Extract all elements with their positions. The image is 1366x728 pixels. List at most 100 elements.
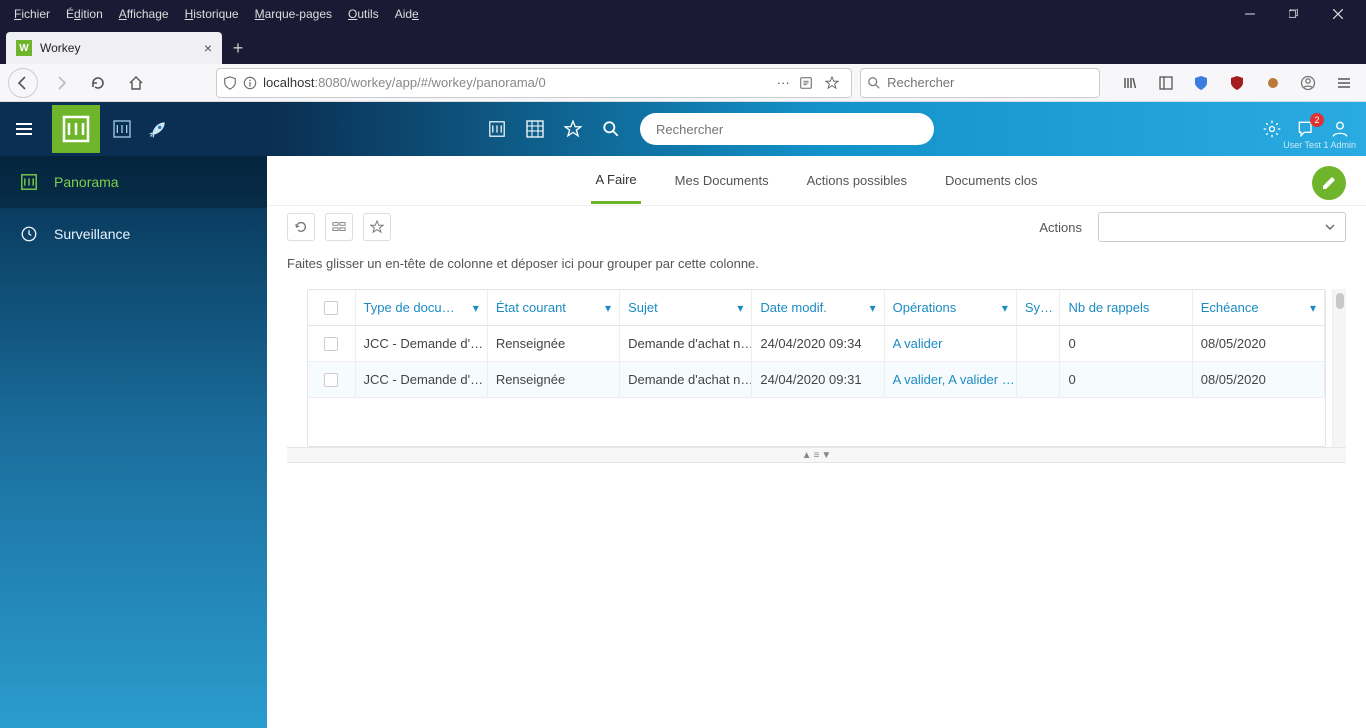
hdr-panorama-icon[interactable] xyxy=(488,120,512,138)
create-fab-button[interactable] xyxy=(1312,166,1346,200)
hdr-star-icon[interactable] xyxy=(564,120,588,138)
cell-sys xyxy=(1017,362,1061,397)
grid-empty-space xyxy=(308,398,1325,446)
chevron-down-icon xyxy=(1325,222,1335,232)
browser-tabbar: W Workey × + xyxy=(0,28,1366,64)
grid-row[interactable]: JCC - Demande d'… Renseignée Demande d'a… xyxy=(308,326,1325,362)
library-icon[interactable] xyxy=(1116,69,1144,97)
notification-icon[interactable]: 2 xyxy=(1296,119,1316,139)
nav-forward-button xyxy=(46,68,76,98)
tab-documents-clos[interactable]: Documents clos xyxy=(941,159,1041,202)
nav-back-button[interactable] xyxy=(8,68,38,98)
filter-icon[interactable]: ▾ xyxy=(605,301,611,315)
sidebar-item-panorama[interactable]: Panorama xyxy=(0,156,267,208)
col-etat[interactable]: État courant▾ xyxy=(488,290,620,325)
tab-title: Workey xyxy=(40,41,80,55)
tab-close-icon[interactable]: × xyxy=(204,40,212,56)
browser-search-bar[interactable] xyxy=(860,68,1100,98)
filter-icon[interactable]: ▾ xyxy=(1002,301,1008,315)
hdr-search-icon[interactable] xyxy=(602,120,626,138)
notification-badge: 2 xyxy=(1310,113,1324,127)
panorama-icon xyxy=(20,173,40,191)
page-actions-icon[interactable]: ··· xyxy=(773,75,793,90)
tab-actions-possibles[interactable]: Actions possibles xyxy=(803,159,911,202)
nav-reload-button[interactable] xyxy=(83,68,113,98)
extension-shield-icon[interactable] xyxy=(1188,69,1216,97)
filter-icon[interactable]: ▾ xyxy=(737,301,743,315)
url-bar[interactable]: localhost:8080/workey/app/#/workey/panor… xyxy=(216,68,852,98)
menu-fichier[interactable]: Fichier xyxy=(6,3,58,25)
menu-edition[interactable]: Édition xyxy=(58,3,111,25)
data-grid: Type de docu…▾ État courant▾ Sujet▾ Date… xyxy=(307,289,1326,447)
window-minimize-icon[interactable] xyxy=(1228,0,1272,28)
splitter-handle[interactable]: ▲ ≡ ▼ xyxy=(287,447,1346,463)
col-date[interactable]: Date modif.▾ xyxy=(752,290,884,325)
row-checkbox[interactable] xyxy=(324,337,338,351)
col-type[interactable]: Type de docu…▾ xyxy=(356,290,488,325)
cell-ops[interactable]: A valider, A valider … xyxy=(885,362,1017,397)
tab-mes-documents[interactable]: Mes Documents xyxy=(671,159,773,202)
refresh-button[interactable] xyxy=(287,213,315,241)
extension-ublock-icon[interactable] xyxy=(1223,69,1251,97)
settings-gear-icon[interactable] xyxy=(1262,119,1282,139)
col-ops[interactable]: Opérations▾ xyxy=(885,290,1017,325)
col-checkbox[interactable] xyxy=(308,290,356,325)
menu-marquepages[interactable]: Marque-pages xyxy=(247,3,340,25)
app-menu-icon[interactable] xyxy=(1330,69,1358,97)
menu-affichage[interactable]: Affichage xyxy=(111,3,177,25)
cell-sys xyxy=(1017,326,1061,361)
header-center xyxy=(176,113,1246,145)
window-close-icon[interactable] xyxy=(1316,0,1360,28)
reader-mode-icon[interactable] xyxy=(799,76,819,90)
app-search-field[interactable] xyxy=(640,113,934,145)
col-rappels[interactable]: Nb de rappels xyxy=(1060,290,1192,325)
hamburger-button[interactable] xyxy=(0,119,48,139)
hdr-grid-icon[interactable] xyxy=(104,119,140,139)
grid-header-row: Type de docu…▾ État courant▾ Sujet▾ Date… xyxy=(308,290,1325,326)
actions-select[interactable] xyxy=(1098,212,1346,242)
menu-historique[interactable]: Historique xyxy=(177,3,247,25)
row-checkbox[interactable] xyxy=(324,373,338,387)
col-sys[interactable]: Sy… xyxy=(1017,290,1061,325)
favorite-button[interactable] xyxy=(363,213,391,241)
extension-misc-icon[interactable] xyxy=(1259,69,1287,97)
col-sujet[interactable]: Sujet▾ xyxy=(620,290,752,325)
sidebar-item-surveillance[interactable]: Surveillance xyxy=(0,208,267,260)
cell-rappels: 0 xyxy=(1060,362,1192,397)
window-maximize-icon[interactable] xyxy=(1272,0,1316,28)
cell-type: JCC - Demande d'… xyxy=(356,362,488,397)
user-profile-icon[interactable] xyxy=(1330,119,1350,139)
tracking-shield-icon[interactable] xyxy=(223,76,237,90)
filter-icon[interactable]: ▾ xyxy=(870,301,876,315)
filter-icon[interactable]: ▾ xyxy=(1310,301,1316,315)
actions-label: Actions xyxy=(1039,220,1082,235)
url-text: localhost:8080/workey/app/#/workey/panor… xyxy=(263,75,767,90)
sidebar-toggle-icon[interactable] xyxy=(1152,69,1180,97)
hdr-rocket-icon[interactable] xyxy=(140,119,176,139)
menu-aide[interactable]: Aide xyxy=(387,3,427,25)
layout-button[interactable] xyxy=(325,213,353,241)
new-tab-button[interactable]: + xyxy=(222,32,254,64)
browser-search-input[interactable] xyxy=(887,75,1093,90)
connection-info-icon[interactable] xyxy=(243,76,257,90)
grid-row[interactable]: JCC - Demande d'… Renseignée Demande d'a… xyxy=(308,362,1325,398)
cell-echeance: 08/05/2020 xyxy=(1193,326,1325,361)
checkbox-all[interactable] xyxy=(324,301,338,315)
nav-home-button[interactable] xyxy=(121,68,151,98)
tab-a-faire[interactable]: A Faire xyxy=(591,158,640,204)
menu-outils[interactable]: Outils xyxy=(340,3,387,25)
browser-tab[interactable]: W Workey × xyxy=(6,32,222,64)
filter-icon[interactable]: ▾ xyxy=(473,301,479,315)
account-icon[interactable] xyxy=(1295,69,1323,97)
cell-echeance: 08/05/2020 xyxy=(1193,362,1325,397)
bookmark-star-icon[interactable] xyxy=(825,76,845,90)
chevron-down-icon: ▼ xyxy=(821,450,831,461)
col-echeance[interactable]: Echéance▾ xyxy=(1193,290,1325,325)
chevron-up-icon: ▲ xyxy=(802,450,812,461)
app-logo-icon[interactable] xyxy=(52,105,100,153)
hdr-table-icon[interactable] xyxy=(526,120,550,138)
cell-ops[interactable]: A valider xyxy=(885,326,1017,361)
scrollbar-thumb[interactable] xyxy=(1336,293,1344,309)
grid-scrollbar[interactable] xyxy=(1332,289,1346,447)
app-search-input[interactable] xyxy=(656,122,918,137)
